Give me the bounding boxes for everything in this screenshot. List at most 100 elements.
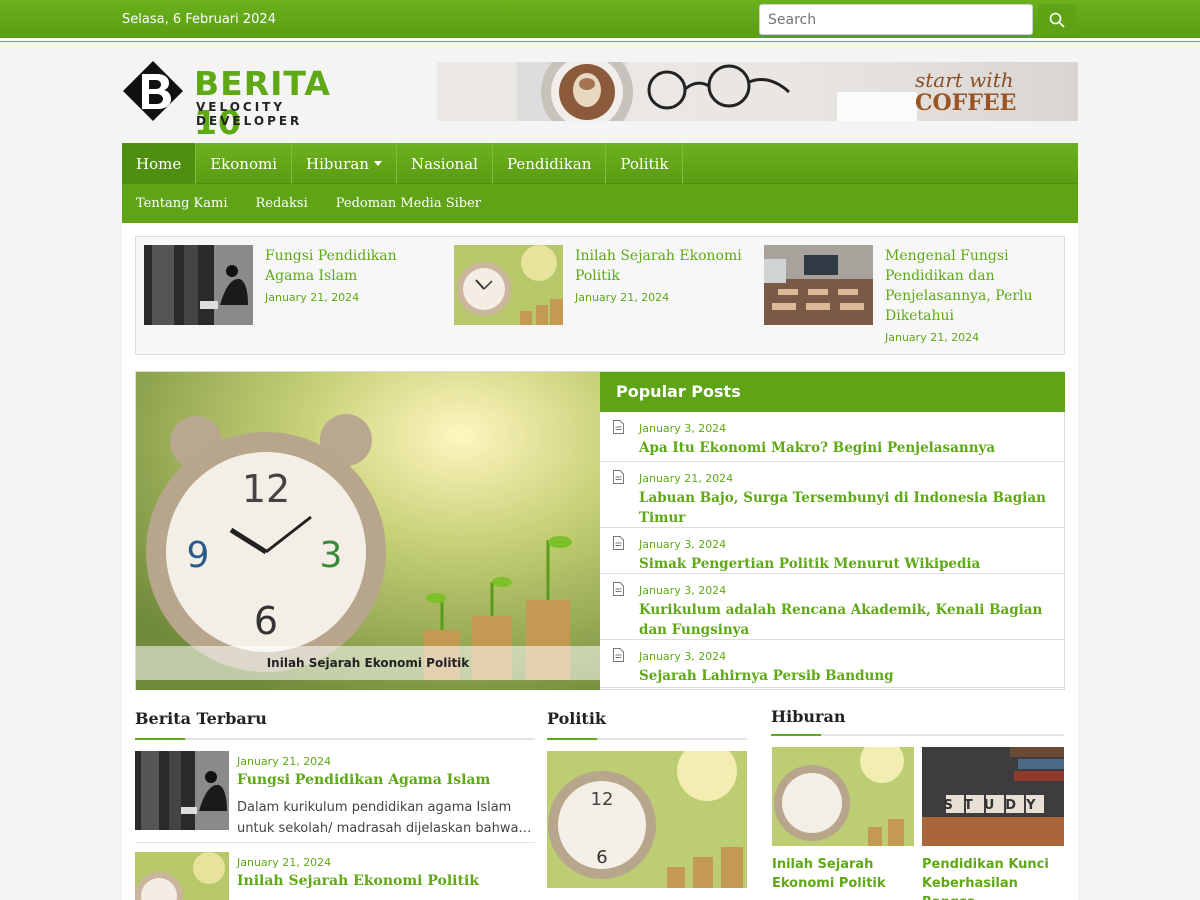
svg-text:12: 12 <box>591 789 614 810</box>
highlight-date: January 21, 2024 <box>265 291 360 304</box>
search-button[interactable] <box>1038 4 1076 35</box>
nav-item-pedoman-media-siber[interactable]: Pedoman Media Siber <box>322 196 495 211</box>
highlight-date: January 21, 2024 <box>885 331 980 344</box>
nav-item-ekonomi[interactable]: Ekonomi <box>196 143 293 184</box>
section-heading-hiburan: Hiburan <box>771 707 846 726</box>
document-icon <box>613 470 624 484</box>
document-icon <box>613 420 624 434</box>
nav-item-tentang-kami[interactable]: Tentang Kami <box>122 196 241 211</box>
popular-post-date: January 21, 2024 <box>639 472 734 485</box>
thumbnail-image <box>764 245 873 325</box>
thumbnail-image <box>144 245 253 325</box>
highlight-strip: Fungsi Pendidikan Agama Islam January 21… <box>135 236 1065 355</box>
thumbnail-image <box>135 852 229 900</box>
svg-text:9: 9 <box>187 535 210 576</box>
popular-post-date: January 3, 2024 <box>639 584 727 597</box>
popular-post-item[interactable]: January 3, 2024 Simak Pengertian Politik… <box>600 528 1065 574</box>
nav-item-home[interactable]: Home <box>122 143 197 184</box>
nav-item-politik[interactable]: Politik <box>606 143 684 184</box>
news-date: January 21, 2024 <box>237 755 332 768</box>
news-item[interactable]: January 21, 2024 Fungsi Pendidikan Agama… <box>135 751 535 843</box>
thumbnail-image: 12 6 <box>547 751 747 888</box>
featured-caption[interactable]: Inilah Sejarah Ekonomi Politik <box>136 646 600 680</box>
thumbnail-image: STUDY <box>922 747 1064 846</box>
featured-image: 12 3 6 9 <box>136 372 600 690</box>
popular-posts: Popular Posts January 3, 2024 Apa Itu Ek… <box>600 372 1065 690</box>
popular-post-date: January 3, 2024 <box>639 650 727 663</box>
search-icon <box>1049 12 1065 28</box>
popular-post-item[interactable]: January 3, 2024 Apa Itu Ekonomi Makro? B… <box>600 412 1065 462</box>
thumbnail-image <box>135 751 229 830</box>
popular-post-date: January 3, 2024 <box>639 538 727 551</box>
popular-post-item[interactable]: January 21, 2024 Labuan Bajo, Surga Ters… <box>600 462 1065 528</box>
popular-posts-heading: Popular Posts <box>600 372 1065 412</box>
site-logo[interactable]: BERITA 10 VELOCITY DEVELOPER <box>122 60 382 142</box>
secondary-menu: Tentang Kami Redaksi Pedoman Media Siber <box>122 184 1078 223</box>
news-date: January 21, 2024 <box>237 856 332 869</box>
section-heading-berita-terbaru: Berita Terbaru <box>135 709 267 728</box>
nav-item-label: Pendidikan <box>506 154 592 173</box>
section-heading-politik: Politik <box>547 709 606 728</box>
caret-down-icon <box>373 161 382 166</box>
current-date: Selasa, 6 Februari 2024 <box>122 12 276 27</box>
featured-section: 12 3 6 9 Inilah Sejarah Ekonomi Politik … <box>135 371 1065 690</box>
nav-item-label: Home <box>136 154 182 173</box>
section-divider <box>547 738 747 740</box>
document-icon <box>613 648 624 662</box>
popular-post-item[interactable]: January 3, 2024 Sejarah Lahirnya Persib … <box>600 640 1065 688</box>
highlight-item[interactable]: Mengenal Fungsi Pendidikan dan Penjelasa… <box>764 245 1064 345</box>
search-input[interactable] <box>759 4 1033 35</box>
svg-text:3: 3 <box>320 535 343 576</box>
banner-text: COFFEE <box>915 90 1017 116</box>
popular-post-item[interactable]: January 3, 2024 Kurikulum adalah Rencana… <box>600 574 1065 640</box>
nav-item-label: Ekonomi <box>210 154 278 173</box>
thumbnail-image <box>772 747 914 846</box>
nav-item-pendidikan[interactable]: Pendidikan <box>493 143 607 184</box>
banner-text: start with <box>915 68 1014 92</box>
top-bar: Selasa, 6 Februari 2024 <box>0 0 1200 40</box>
svg-text:6: 6 <box>254 599 278 643</box>
highlight-title[interactable]: Inilah Sejarah Ekonomi Politik <box>575 246 745 286</box>
news-title[interactable]: Fungsi Pendidikan Agama Islam <box>237 772 535 788</box>
featured-post[interactable]: 12 3 6 9 Inilah Sejarah Ekonomi Politik <box>136 372 600 690</box>
document-icon <box>613 536 624 550</box>
highlight-title[interactable]: Fungsi Pendidikan Agama Islam <box>265 246 435 286</box>
hiburan-item-title[interactable]: Inilah Sejarah Ekonomi Politik <box>772 855 917 893</box>
nav-item-label: Politik <box>620 154 669 173</box>
popular-post-title[interactable]: Apa Itu Ekonomi Makro? Begini Penjelasan… <box>639 438 1059 458</box>
logo-b-icon <box>123 61 183 121</box>
site-subtitle: VELOCITY DEVELOPER <box>196 100 303 128</box>
nav-item-hiburan[interactable]: Hiburan <box>292 143 397 184</box>
news-item[interactable]: January 21, 2024 Inilah Sejarah Ekonomi … <box>135 852 535 900</box>
svg-text:6: 6 <box>596 847 607 868</box>
hiburan-item-title[interactable]: Pendidikan Kunci Keberhasilan Bangsa <box>922 855 1067 900</box>
popular-post-date: January 3, 2024 <box>639 422 727 435</box>
hiburan-item-image[interactable] <box>772 747 914 846</box>
section-divider <box>771 734 1064 736</box>
highlight-item[interactable]: Inilah Sejarah Ekonomi Politik January 2… <box>454 245 754 345</box>
highlight-title[interactable]: Mengenal Fungsi Pendidikan dan Penjelasa… <box>885 246 1055 326</box>
popular-post-title[interactable]: Simak Pengertian Politik Menurut Wikiped… <box>639 554 1059 574</box>
news-title[interactable]: Inilah Sejarah Ekonomi Politik <box>237 873 535 889</box>
nav-item-label: Hiburan <box>306 154 369 173</box>
divider <box>0 41 1200 42</box>
thumbnail-image <box>454 245 563 325</box>
nav-item-nasional[interactable]: Nasional <box>397 143 493 184</box>
nav-item-redaksi[interactable]: Redaksi <box>241 196 321 211</box>
news-excerpt: Dalam kurikulum pendidikan agama Islam u… <box>237 800 532 836</box>
politik-featured-image[interactable]: 12 6 <box>547 751 747 888</box>
svg-text:12: 12 <box>242 467 290 511</box>
study-blocks-text: STUDY <box>943 798 1046 813</box>
highlight-date: January 21, 2024 <box>575 291 670 304</box>
section-divider <box>135 738 535 740</box>
popular-post-title[interactable]: Sejarah Lahirnya Persib Bandung <box>639 666 1059 686</box>
ad-banner[interactable]: start with COFFEE <box>437 62 1078 121</box>
hiburan-item-image[interactable]: STUDY <box>922 747 1064 846</box>
document-icon <box>613 582 624 596</box>
highlight-item[interactable]: Fungsi Pendidikan Agama Islam January 21… <box>144 245 444 345</box>
popular-post-title[interactable]: Labuan Bajo, Surga Tersembunyi di Indone… <box>639 488 1059 528</box>
nav-item-label: Nasional <box>410 154 478 173</box>
primary-menu: Home Ekonomi Hiburan Nasional Pendidikan… <box>122 143 1078 184</box>
popular-post-title[interactable]: Kurikulum adalah Rencana Akademik, Kenal… <box>639 600 1059 640</box>
main-navigation: Home Ekonomi Hiburan Nasional Pendidikan… <box>122 143 1078 223</box>
